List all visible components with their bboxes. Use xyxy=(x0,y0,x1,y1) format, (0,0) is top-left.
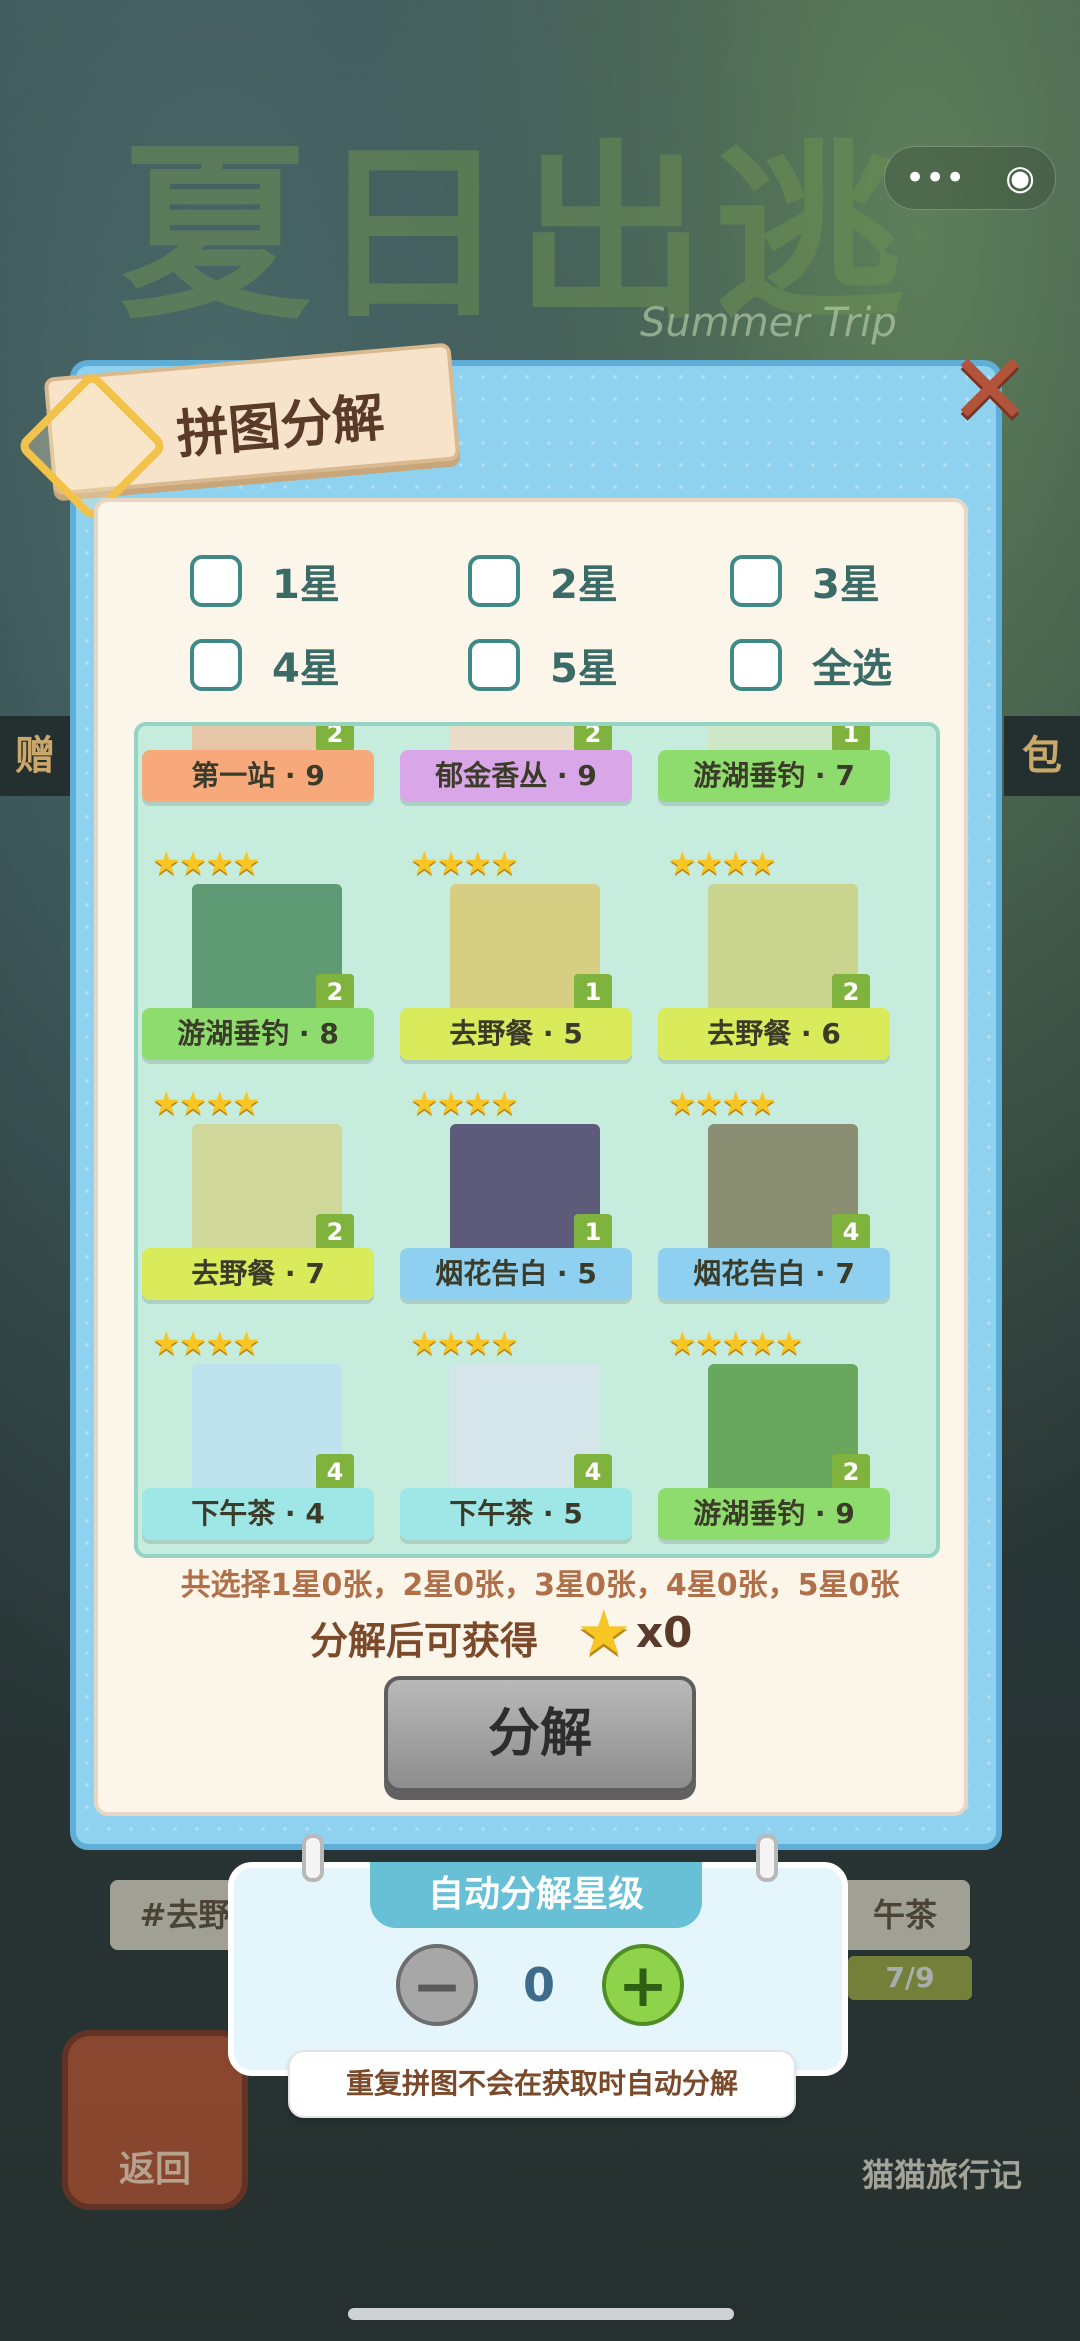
filter-select-all[interactable]: 全选 xyxy=(730,636,892,694)
puzzle-name-ribbon: 郁金香丛 · 9 xyxy=(400,750,632,802)
filter-label: 5星 xyxy=(550,646,618,692)
count-badge: 2 xyxy=(832,1454,870,1490)
puzzle-name-ribbon: 下午茶 · 4 xyxy=(142,1488,374,1540)
puzzle-name-ribbon: 去野餐 · 7 xyxy=(142,1248,374,1300)
filter-4-star[interactable]: 4星 xyxy=(190,636,340,694)
checkbox-icon[interactable] xyxy=(190,555,242,607)
count-badge: 1 xyxy=(574,1214,612,1250)
rating-stars: ★★★★ xyxy=(152,844,261,882)
auto-star-value: 0 xyxy=(522,1958,555,2012)
rating-stars: ★★★★ xyxy=(410,1324,519,1362)
rating-stars: ★★★★ xyxy=(668,1084,777,1122)
puzzle-grid: 2 第一站 · 9 2 郁金香丛 · 9 1 游湖垂钓 · 7 ★★★★ 2 游湖垂钓 · 8 ★… xyxy=(134,722,940,1558)
puzzle-card[interactable]: ★★★★ 4 下午茶 · 4 xyxy=(142,1324,374,1554)
puzzle-card[interactable]: ★★★★★ 2 游湖垂钓 · 9 xyxy=(658,1324,890,1554)
checkbox-icon[interactable] xyxy=(468,639,520,691)
background-title-sub: Summer Trip xyxy=(640,300,897,346)
game-logo: 猫猫旅行记 xyxy=(862,2156,1023,2194)
count-badge: 4 xyxy=(316,1454,354,1490)
back-button[interactable]: 返回 xyxy=(62,2030,248,2210)
puzzle-card[interactable]: ★★★★ 4 烟花告白 · 7 xyxy=(658,1084,890,1316)
rating-stars: ★★★★ xyxy=(152,1084,261,1122)
more-icon[interactable]: ••• xyxy=(905,158,965,198)
puzzle-card[interactable]: 2 第一站 · 9 xyxy=(142,726,374,826)
checkbox-icon[interactable] xyxy=(468,555,520,607)
count-badge: 2 xyxy=(316,726,354,752)
count-badge: 2 xyxy=(832,974,870,1010)
rating-stars: ★★★★ xyxy=(152,1324,261,1362)
background-progress: 7/9 xyxy=(848,1956,972,2000)
count-badge: 1 xyxy=(574,974,612,1010)
puzzle-name-ribbon: 下午茶 · 5 xyxy=(400,1488,632,1540)
star-icon: ★ xyxy=(576,1596,632,1669)
home-indicator xyxy=(348,2308,734,2320)
checkbox-icon[interactable] xyxy=(730,555,782,607)
auto-decompose-tip: 重复拼图不会在获取时自动分解 xyxy=(288,2050,796,2118)
puzzle-name-ribbon: 游湖垂钓 · 9 xyxy=(658,1488,890,1540)
minus-button[interactable]: − xyxy=(396,1944,478,2026)
puzzle-card[interactable]: ★★★★ 2 去野餐 · 7 xyxy=(142,1084,374,1316)
filter-label: 3星 xyxy=(812,562,880,608)
count-badge: 2 xyxy=(574,726,612,752)
rating-stars: ★★★★ xyxy=(410,1084,519,1122)
puzzle-card[interactable]: 2 郁金香丛 · 9 xyxy=(400,726,632,826)
count-badge: 4 xyxy=(574,1454,612,1490)
puzzle-card[interactable]: ★★★★ 2 去野餐 · 6 xyxy=(658,844,890,1076)
filter-5-star[interactable]: 5星 xyxy=(468,636,618,694)
filter-2-star[interactable]: 2星 xyxy=(468,552,618,610)
puzzle-card[interactable]: ★★★★ 4 下午茶 · 5 xyxy=(400,1324,632,1554)
plus-button[interactable]: + xyxy=(602,1944,684,2026)
count-badge: 2 xyxy=(316,974,354,1010)
checkbox-icon[interactable] xyxy=(190,639,242,691)
checkbox-icon[interactable] xyxy=(730,639,782,691)
filter-label: 4星 xyxy=(272,646,340,692)
rating-stars: ★★★★★ xyxy=(668,1324,803,1362)
puzzle-name-ribbon: 第一站 · 9 xyxy=(142,750,374,802)
count-badge: 4 xyxy=(832,1214,870,1250)
decompose-button[interactable]: 分解 xyxy=(384,1676,696,1792)
reward-value: x0 xyxy=(636,1608,693,1657)
auto-decompose-title: 自动分解星级 xyxy=(370,1862,702,1928)
filter-label: 2星 xyxy=(550,562,618,608)
puzzle-card[interactable]: ★★★★ 2 游湖垂钓 · 8 xyxy=(142,844,374,1076)
background-tag-right: 午茶 xyxy=(840,1880,970,1950)
close-icon[interactable]: ✕ xyxy=(948,340,1032,440)
puzzle-name-ribbon: 游湖垂钓 · 7 xyxy=(658,750,890,802)
filter-label: 1星 xyxy=(272,562,340,608)
filter-1-star[interactable]: 1星 xyxy=(190,552,340,610)
puzzle-name-ribbon: 去野餐 · 6 xyxy=(658,1008,890,1060)
mini-program-capsule[interactable]: ••• ◉ xyxy=(884,146,1056,210)
puzzle-card[interactable]: 1 游湖垂钓 · 7 xyxy=(658,726,890,826)
puzzle-name-ribbon: 去野餐 · 5 xyxy=(400,1008,632,1060)
background-right-tab: 包 xyxy=(1004,716,1080,796)
count-badge: 2 xyxy=(316,1214,354,1250)
filter-3-star[interactable]: 3星 xyxy=(730,552,880,610)
reward-label: 分解后可获得 xyxy=(310,1619,539,1663)
puzzle-name-ribbon: 烟花告白 · 5 xyxy=(400,1248,632,1300)
target-icon[interactable]: ◉ xyxy=(1005,158,1035,198)
puzzle-name-ribbon: 游湖垂钓 · 8 xyxy=(142,1008,374,1060)
rating-stars: ★★★★ xyxy=(668,844,777,882)
filter-label: 全选 xyxy=(812,646,892,692)
puzzle-card[interactable]: ★★★★ 1 烟花告白 · 5 xyxy=(400,1084,632,1316)
ring-icon xyxy=(302,1834,324,1882)
ring-icon xyxy=(756,1834,778,1882)
selection-summary: 共选择1星0张，2星0张，3星0张，4星0张，5星0张 xyxy=(180,1568,900,1603)
puzzle-card[interactable]: ★★★★ 1 去野餐 · 5 xyxy=(400,844,632,1076)
puzzle-name-ribbon: 烟花告白 · 7 xyxy=(658,1248,890,1300)
count-badge: 1 xyxy=(832,726,870,752)
background-left-tab: 赠 xyxy=(0,716,70,796)
rating-stars: ★★★★ xyxy=(410,844,519,882)
